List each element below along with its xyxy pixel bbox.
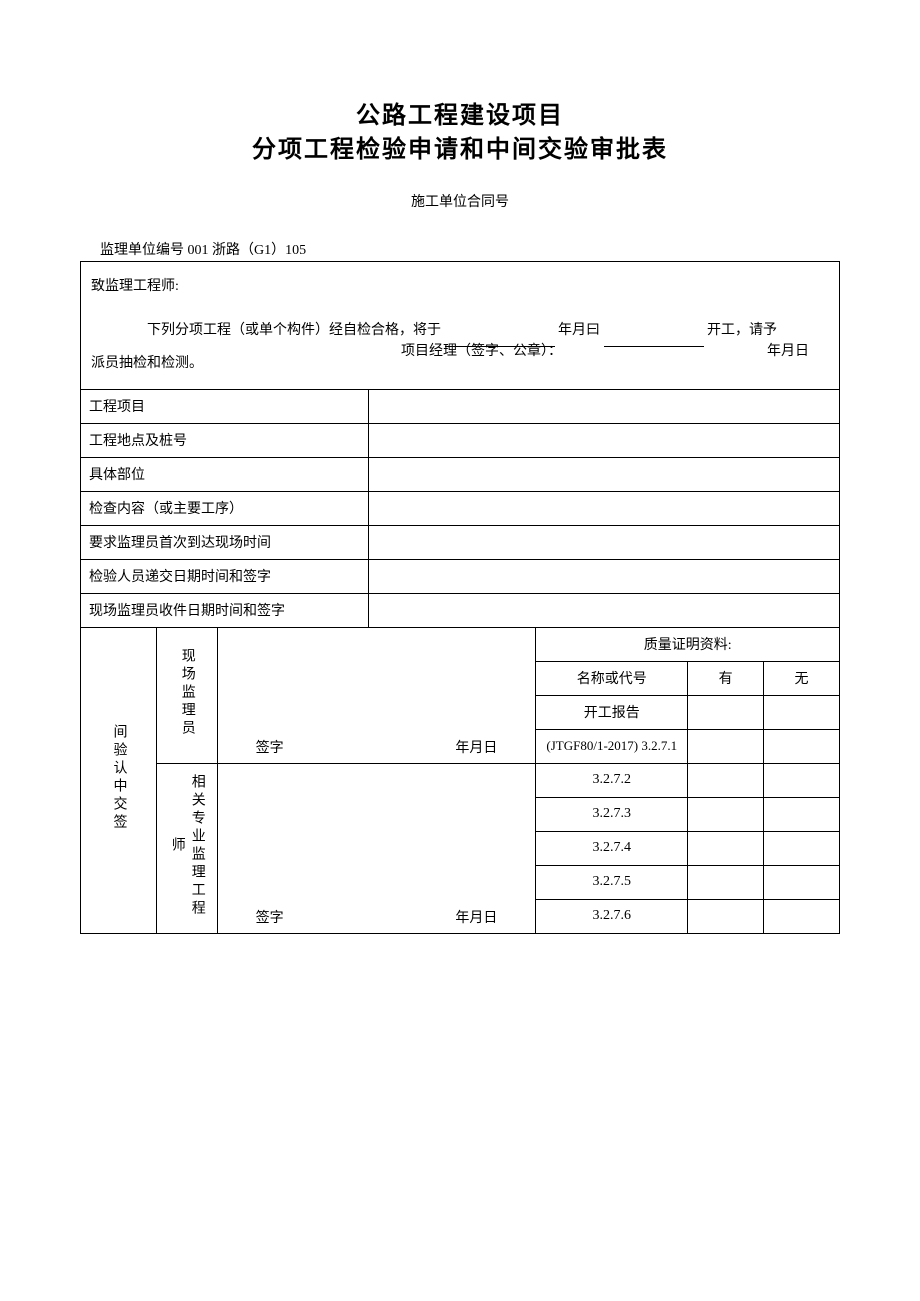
field-row-submit: 检验人员递交日期时间和签字 [81, 559, 840, 593]
field-row-location: 工程地点及桩号 [81, 423, 840, 457]
value-location[interactable] [369, 423, 840, 457]
quality-no-4[interactable] [764, 831, 840, 865]
role1-label: 现场监理员 [177, 648, 197, 738]
quality-header: 质量证明资料: [536, 627, 840, 661]
role2-label: 相关专业监理工程师 [167, 767, 207, 924]
field-row-receive: 现场监理员收件日期时间和签字 [81, 593, 840, 627]
confirm-row-5: 相关专业监理工程师 签字 年月日 3.2.7.2 [81, 763, 840, 797]
title-line-1: 公路工程建设项目 [80, 100, 840, 134]
intro-opening: 致监理工程师: [91, 270, 829, 304]
role1-sign-label: 签字 [256, 737, 284, 757]
role1-signature-area[interactable]: 签字 年月日 [217, 627, 536, 763]
quality-no-3[interactable] [764, 797, 840, 831]
quality-col-yes: 有 [688, 661, 764, 695]
value-receive[interactable] [369, 593, 840, 627]
field-row-project: 工程项目 [81, 389, 840, 423]
confirm-main-label: 间验认中交签 [108, 724, 128, 832]
label-content: 检查内容（或主要工序） [81, 491, 369, 525]
role2-signature-area[interactable]: 签字 年月日 [217, 763, 536, 933]
value-arrival[interactable] [369, 525, 840, 559]
label-project: 工程项目 [81, 389, 369, 423]
document-title: 公路工程建设项目 分项工程检验申请和中间交验审批表 [80, 100, 840, 167]
role2-cell: 相关专业监理工程师 [156, 763, 217, 933]
quality-yes-4[interactable] [688, 831, 764, 865]
quality-item-1: (JTGF80/1-2017) 3.2.7.1 [536, 729, 688, 763]
quality-yes-1[interactable] [688, 729, 764, 763]
quality-no-6[interactable] [764, 899, 840, 933]
quality-col-no: 无 [764, 661, 840, 695]
quality-item-4: 3.2.7.4 [536, 831, 688, 865]
role2-sign-label: 签字 [256, 907, 284, 927]
quality-no-1[interactable] [764, 729, 840, 763]
confirm-row-1: 间验认中交签 现场监理员 签字 年月日 质量证明资料: [81, 627, 840, 661]
contract-number-label: 施工单位合同号 [80, 191, 840, 211]
pm-signature-label: 项目经理（签字、公章）： [401, 335, 562, 369]
role2-sign-date: 年月日 [455, 907, 497, 927]
quality-item-2: 3.2.7.2 [536, 763, 688, 797]
confirm-main-label-cell: 间验认中交签 [81, 627, 157, 933]
intro-row: 致监理工程师: 下列分项工程（或单个构件）经自检合格，将于 年月曰 开工，请予 … [81, 262, 840, 390]
field-row-part: 具体部位 [81, 457, 840, 491]
quality-item-6: 3.2.7.6 [536, 899, 688, 933]
quality-yes-2[interactable] [688, 763, 764, 797]
quality-yes-0[interactable] [688, 695, 764, 729]
pm-signature-row: 项目经理（签字、公章）： 年月日 [81, 335, 839, 369]
pm-date-label: 年月日 [767, 335, 809, 369]
role1-cell: 现场监理员 [156, 627, 217, 763]
quality-no-5[interactable] [764, 865, 840, 899]
quality-no-2[interactable] [764, 763, 840, 797]
role1-sign-date: 年月日 [455, 737, 497, 757]
field-row-content: 检查内容（或主要工序） [81, 491, 840, 525]
quality-yes-6[interactable] [688, 899, 764, 933]
field-row-arrival: 要求监理员首次到达现场时间 [81, 525, 840, 559]
label-part: 具体部位 [81, 457, 369, 491]
label-arrival: 要求监理员首次到达现场时间 [81, 525, 369, 559]
quality-col-name: 名称或代号 [536, 661, 688, 695]
supervisor-ref-number: 监理单位编号 001 浙路（G1）105 [80, 239, 840, 259]
quality-item-0: 开工报告 [536, 695, 688, 729]
quality-no-0[interactable] [764, 695, 840, 729]
value-content[interactable] [369, 491, 840, 525]
approval-form-table: 致监理工程师: 下列分项工程（或单个构件）经自检合格，将于 年月曰 开工，请予 … [80, 261, 840, 934]
title-line-2: 分项工程检验申请和中间交验审批表 [80, 134, 840, 168]
value-submit[interactable] [369, 559, 840, 593]
quality-yes-3[interactable] [688, 797, 764, 831]
label-location: 工程地点及桩号 [81, 423, 369, 457]
value-project[interactable] [369, 389, 840, 423]
label-submit: 检验人员递交日期时间和签字 [81, 559, 369, 593]
intro-cell: 致监理工程师: 下列分项工程（或单个构件）经自检合格，将于 年月曰 开工，请予 … [81, 262, 840, 390]
quality-item-3: 3.2.7.3 [536, 797, 688, 831]
label-receive: 现场监理员收件日期时间和签字 [81, 593, 369, 627]
quality-yes-5[interactable] [688, 865, 764, 899]
quality-item-5: 3.2.7.5 [536, 865, 688, 899]
value-part[interactable] [369, 457, 840, 491]
